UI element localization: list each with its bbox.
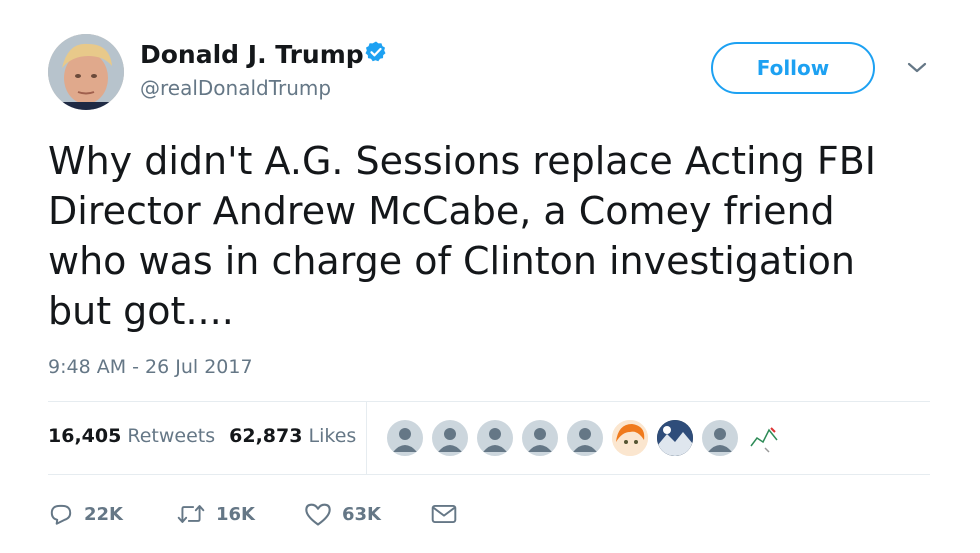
liker-avatar[interactable]	[700, 418, 740, 458]
default-avatar-icon	[528, 428, 552, 452]
retweets-stat[interactable]: 16,405 Retweets	[48, 425, 215, 447]
divider	[366, 402, 367, 474]
likes-stat[interactable]: 62,873 Likes	[229, 425, 356, 447]
liker-avatar[interactable]	[610, 418, 650, 458]
default-avatar-icon	[483, 428, 507, 452]
like-count: 63K	[342, 503, 381, 525]
retweet-count: 16K	[216, 503, 255, 525]
default-avatar-icon	[438, 428, 462, 452]
divider	[48, 474, 930, 475]
chevron-down-icon[interactable]	[905, 60, 929, 76]
liker-avatar[interactable]	[385, 418, 425, 458]
tweet-text: Why didn't A.G. Sessions replace Acting …	[48, 136, 948, 336]
tweet-text-line: but got....	[48, 289, 234, 333]
reply-icon	[50, 504, 72, 525]
liker-avatar[interactable]	[475, 418, 515, 458]
tweet-timestamp[interactable]: 9:48 AM - 26 Jul 2017	[48, 356, 253, 378]
tweet-text-line: Director Andrew McCabe, a Comey friend	[48, 189, 835, 233]
liker-avatar[interactable]	[655, 418, 695, 458]
liker-avatar[interactable]	[520, 418, 560, 458]
avatar-image	[48, 34, 124, 110]
scenery-avatar-icon	[657, 420, 693, 456]
verified-badge-icon	[365, 41, 386, 62]
like-button[interactable]: 63K	[304, 498, 381, 530]
likes-count: 62,873	[229, 425, 303, 447]
tweet-stats: 16,405 Retweets 62,873 Likes	[48, 425, 356, 447]
retweets-label: Retweets	[127, 425, 216, 447]
reply-count: 22K	[84, 503, 123, 525]
heart-icon	[305, 503, 331, 526]
direct-message-button[interactable]	[430, 498, 458, 530]
follow-button[interactable]: Follow	[711, 42, 875, 94]
chart-avatar-icon	[747, 420, 783, 456]
liker-avatar[interactable]	[430, 418, 470, 458]
tweet-text-line: who was in charge of Clinton investigati…	[48, 239, 855, 283]
tweet-text-line: Why didn't A.G. Sessions replace Acting …	[48, 139, 876, 183]
reply-button[interactable]: 22K	[48, 498, 123, 530]
retweets-count: 16,405	[48, 425, 122, 447]
divider	[48, 401, 930, 402]
envelope-icon	[431, 504, 457, 524]
default-avatar-icon	[573, 428, 597, 452]
author-avatar[interactable]	[48, 34, 124, 110]
default-avatar-icon	[393, 428, 417, 452]
author-display-name[interactable]: Donald J. Trump	[140, 40, 364, 69]
liker-avatar[interactable]	[745, 418, 785, 458]
author-handle[interactable]: @realDonaldTrump	[140, 76, 331, 100]
retweet-icon	[177, 505, 205, 523]
anime-avatar-icon	[612, 420, 648, 456]
likes-label: Likes	[308, 425, 357, 447]
default-avatar-icon	[708, 428, 732, 452]
liker-avatar[interactable]	[565, 418, 605, 458]
retweet-button[interactable]: 16K	[176, 498, 255, 530]
